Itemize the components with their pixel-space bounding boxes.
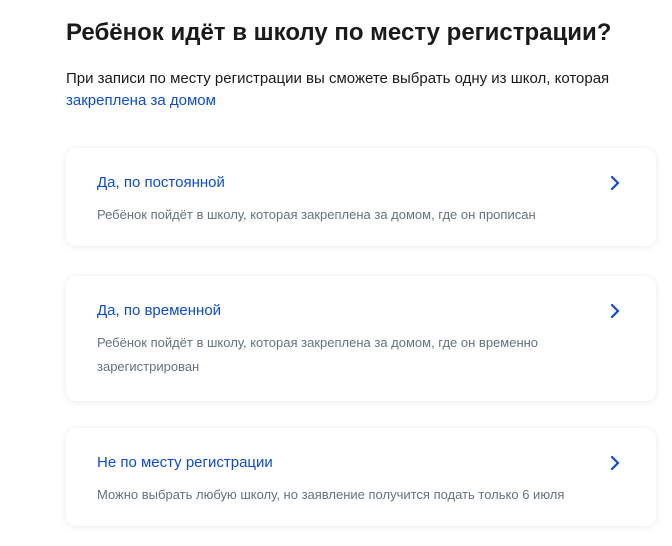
intro-text-line: При записи по месту регистрации вы сможе… [66,70,610,87]
option-description: Можно выбрать любую школу, но заявление … [97,483,597,507]
option-description-line: Ребёнок пойдёт в школу, которая закрепле… [97,335,539,350]
chevron-right-icon [610,455,620,471]
option-title: Да, по постоянной [97,174,225,191]
option-title: Да, по временной [97,302,222,319]
intro-text: При записи по месту регистрации вы сможе… [66,68,666,112]
page-title: Ребёнок идёт в школу по месту регистраци… [66,19,612,46]
option-description-line: зарегистрирован [97,359,200,374]
option-title: Не по месту регистрации [97,454,273,471]
option-description-line: Ребёнок пойдёт в школу, которая закрепле… [97,207,536,222]
page: Ребёнок идёт в школу по месту регистраци… [0,0,672,546]
option-description: Ребёнок пойдёт в школу, которая закрепле… [97,331,597,379]
option-description-line: Можно выбрать любую школу, но заявление … [97,487,565,502]
chevron-right-icon [610,303,620,319]
chevron-right-icon [610,175,620,191]
option-permanent-registration-card[interactable]: Да, по постоянной Ребёнок пойдёт в школу… [66,148,656,246]
option-temporary-registration-card[interactable]: Да, по временной Ребёнок пойдёт в школу,… [66,276,656,401]
option-not-by-registration-card[interactable]: Не по месту регистрации Можно выбрать лю… [66,428,656,526]
assigned-house-link[interactable]: закреплена за домом [66,92,216,109]
option-description: Ребёнок пойдёт в школу, которая закрепле… [97,203,597,227]
